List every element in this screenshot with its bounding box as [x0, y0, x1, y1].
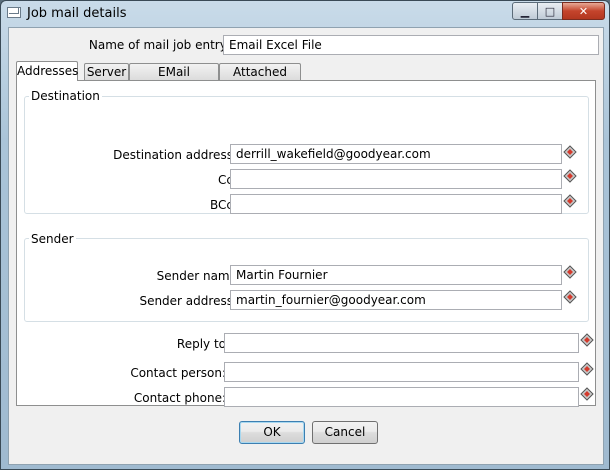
close-icon: ✕ — [578, 4, 589, 18]
close-button[interactable]: ✕ — [562, 2, 605, 20]
job-name-label: Name of mail job entry: — [88, 38, 230, 52]
variable-diamond-icon[interactable] — [563, 290, 577, 304]
tab-attached-files[interactable]: Attached Files — [219, 63, 301, 95]
variable-diamond-icon[interactable] — [580, 333, 594, 347]
dialog-body: Name of mail job entry: Email Excel File… — [8, 27, 604, 465]
reply-to-label: Reply to — [176, 337, 226, 351]
tab-email-message[interactable]: EMail Message — [129, 63, 219, 95]
sender-address-label: Sender address: — [139, 294, 237, 308]
maximize-button[interactable]: □ — [537, 2, 563, 20]
sender-address-input[interactable]: martin_fournier@goodyear.com — [230, 290, 562, 310]
variable-diamond-icon[interactable] — [580, 362, 594, 376]
minimize-icon: ▁ — [520, 4, 530, 18]
contact-phone-label: Contact phone: — [133, 391, 226, 405]
cancel-button[interactable]: Cancel — [312, 421, 378, 444]
contact-person-input[interactable] — [224, 362, 579, 382]
variable-diamond-icon[interactable] — [563, 265, 577, 279]
addresses-panel: Destination Destination address: derrill… — [16, 80, 596, 407]
contact-person-label: Contact person: — [130, 366, 226, 380]
cc-input[interactable] — [230, 169, 562, 189]
destination-address-input[interactable]: derrill_wakefield@goodyear.com — [230, 144, 562, 164]
sender-group-title: Sender — [29, 232, 76, 246]
reply-to-input[interactable] — [224, 333, 579, 353]
contact-phone-input[interactable] — [224, 387, 579, 407]
tab-server[interactable]: Server — [84, 63, 129, 80]
bcc-input[interactable] — [230, 194, 562, 214]
variable-diamond-icon[interactable] — [580, 387, 594, 401]
mail-icon — [7, 7, 21, 18]
ok-button-label: OK — [263, 425, 281, 439]
variable-diamond-icon[interactable] — [563, 194, 577, 208]
job-name-input[interactable]: Email Excel File — [223, 35, 599, 55]
tab-addresses[interactable]: Addresses — [16, 61, 78, 81]
job-mail-details-window: Job mail details ▁ □ ✕ Name of mail job … — [0, 0, 610, 470]
sender-name-label: Sender name — [156, 269, 237, 283]
window-title: Job mail details — [27, 6, 127, 21]
variable-diamond-icon[interactable] — [563, 145, 577, 159]
ok-button[interactable]: OK — [239, 421, 305, 444]
tab-addresses-label: Addresses — [17, 64, 79, 78]
cancel-button-label: Cancel — [324, 425, 366, 439]
sender-name-input[interactable]: Martin Fournier — [230, 265, 562, 285]
destination-address-label: Destination address: — [113, 148, 237, 162]
title-bar[interactable]: Job mail details ▁ □ ✕ — [1, 1, 609, 27]
tab-server-label: Server — [86, 65, 127, 79]
variable-diamond-icon[interactable] — [563, 169, 577, 183]
destination-group-title: Destination — [29, 89, 102, 103]
minimize-button[interactable]: ▁ — [512, 2, 538, 20]
maximize-icon: □ — [544, 4, 556, 18]
